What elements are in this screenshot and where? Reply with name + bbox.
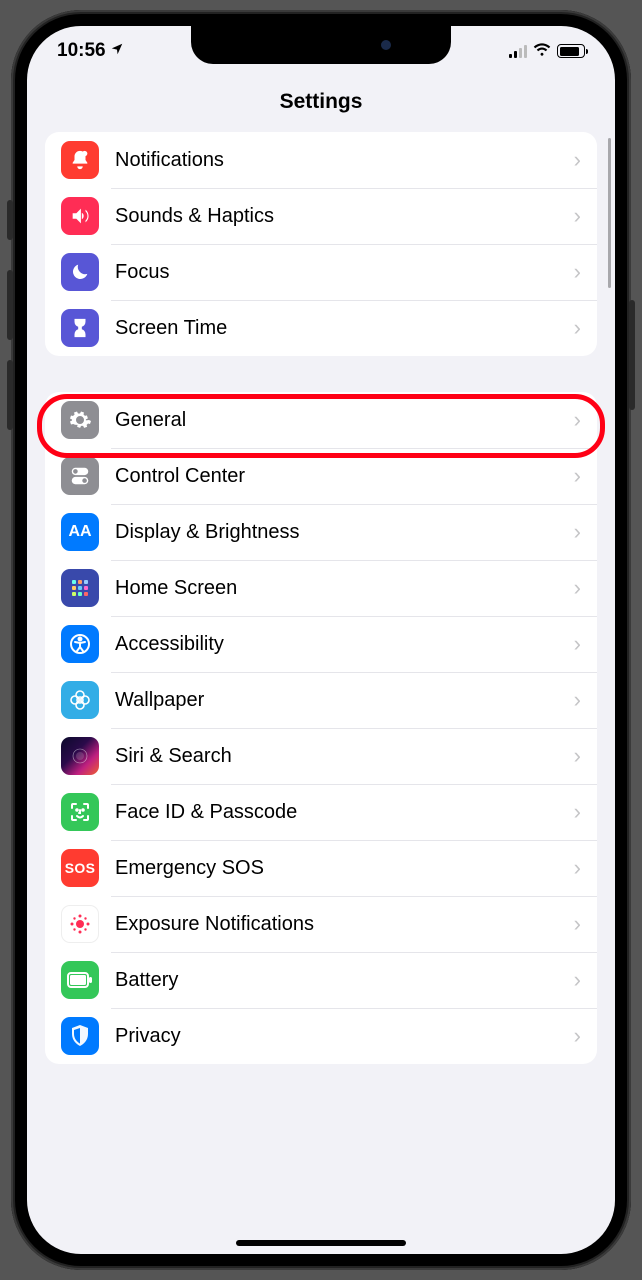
- row-focus[interactable]: Focus ›: [45, 244, 597, 300]
- settings-section-1: Notifications › Sounds & Haptics › Focus…: [45, 132, 597, 356]
- row-screen-time[interactable]: Screen Time ›: [45, 300, 597, 356]
- siri-icon: [61, 737, 99, 775]
- face-id-icon: [61, 793, 99, 831]
- accessibility-icon: [61, 625, 99, 663]
- row-label: Face ID & Passcode: [115, 801, 574, 824]
- chevron-right-icon: ›: [574, 463, 581, 489]
- sounds-icon: [61, 197, 99, 235]
- volume-down-button: [7, 360, 13, 430]
- status-time: 10:56: [57, 40, 106, 62]
- general-icon: [61, 401, 99, 439]
- row-label: Display & Brightness: [115, 521, 574, 544]
- row-label: Focus: [115, 261, 574, 284]
- row-home-screen[interactable]: Home Screen ›: [45, 560, 597, 616]
- chevron-right-icon: ›: [574, 519, 581, 545]
- display-icon: AA: [61, 513, 99, 551]
- battery-row-icon: [61, 961, 99, 999]
- row-general[interactable]: General ›: [45, 392, 597, 448]
- privacy-icon: [61, 1017, 99, 1055]
- wallpaper-icon: [61, 681, 99, 719]
- row-label: Accessibility: [115, 633, 574, 656]
- control-center-icon: [61, 457, 99, 495]
- volume-up-button: [7, 270, 13, 340]
- notifications-icon: [61, 141, 99, 179]
- row-label: Siri & Search: [115, 745, 574, 768]
- chevron-right-icon: ›: [574, 147, 581, 173]
- location-icon: [110, 42, 124, 61]
- row-battery[interactable]: Battery ›: [45, 952, 597, 1008]
- home-indicator[interactable]: [236, 1240, 406, 1246]
- chevron-right-icon: ›: [574, 1023, 581, 1049]
- cellular-signal-icon: [509, 44, 527, 58]
- row-accessibility[interactable]: Accessibility ›: [45, 616, 597, 672]
- chevron-right-icon: ›: [574, 911, 581, 937]
- row-label: Battery: [115, 969, 574, 992]
- row-label: Exposure Notifications: [115, 913, 574, 936]
- row-emergency-sos[interactable]: SOS Emergency SOS ›: [45, 840, 597, 896]
- page-title: Settings: [27, 76, 615, 132]
- row-wallpaper[interactable]: Wallpaper ›: [45, 672, 597, 728]
- exposure-icon: [61, 905, 99, 943]
- chevron-right-icon: ›: [574, 259, 581, 285]
- chevron-right-icon: ›: [574, 315, 581, 341]
- mute-switch: [7, 200, 13, 240]
- row-privacy[interactable]: Privacy ›: [45, 1008, 597, 1064]
- chevron-right-icon: ›: [574, 855, 581, 881]
- screen: 10:56 Settings: [27, 26, 615, 1254]
- row-face-id-passcode[interactable]: Face ID & Passcode ›: [45, 784, 597, 840]
- chevron-right-icon: ›: [574, 575, 581, 601]
- settings-content: Notifications › Sounds & Haptics › Focus…: [27, 132, 615, 1064]
- row-label: Emergency SOS: [115, 857, 574, 880]
- row-label: Home Screen: [115, 577, 574, 600]
- phone-frame: 10:56 Settings: [11, 10, 631, 1270]
- home-screen-icon: [61, 569, 99, 607]
- row-label: Control Center: [115, 465, 574, 488]
- chevron-right-icon: ›: [574, 967, 581, 993]
- wifi-icon: [533, 41, 551, 61]
- row-control-center[interactable]: Control Center ›: [45, 448, 597, 504]
- chevron-right-icon: ›: [574, 203, 581, 229]
- row-label: General: [115, 409, 574, 432]
- chevron-right-icon: ›: [574, 799, 581, 825]
- row-display-brightness[interactable]: AA Display & Brightness ›: [45, 504, 597, 560]
- row-siri-search[interactable]: Siri & Search ›: [45, 728, 597, 784]
- row-label: Sounds & Haptics: [115, 205, 574, 228]
- battery-icon: [557, 44, 585, 58]
- settings-section-2: General › Control Center › AA Display & …: [45, 392, 597, 1064]
- row-label: Screen Time: [115, 317, 574, 340]
- row-notifications[interactable]: Notifications ›: [45, 132, 597, 188]
- side-button: [629, 300, 635, 410]
- screen-time-icon: [61, 309, 99, 347]
- row-sounds-haptics[interactable]: Sounds & Haptics ›: [45, 188, 597, 244]
- chevron-right-icon: ›: [574, 743, 581, 769]
- sos-icon: SOS: [61, 849, 99, 887]
- notch: [191, 26, 451, 64]
- focus-icon: [61, 253, 99, 291]
- scroll-indicator[interactable]: [608, 138, 611, 288]
- row-exposure-notifications[interactable]: Exposure Notifications ›: [45, 896, 597, 952]
- row-label: Notifications: [115, 149, 574, 172]
- row-label: Wallpaper: [115, 689, 574, 712]
- chevron-right-icon: ›: [574, 407, 581, 433]
- chevron-right-icon: ›: [574, 687, 581, 713]
- chevron-right-icon: ›: [574, 631, 581, 657]
- row-label: Privacy: [115, 1025, 574, 1048]
